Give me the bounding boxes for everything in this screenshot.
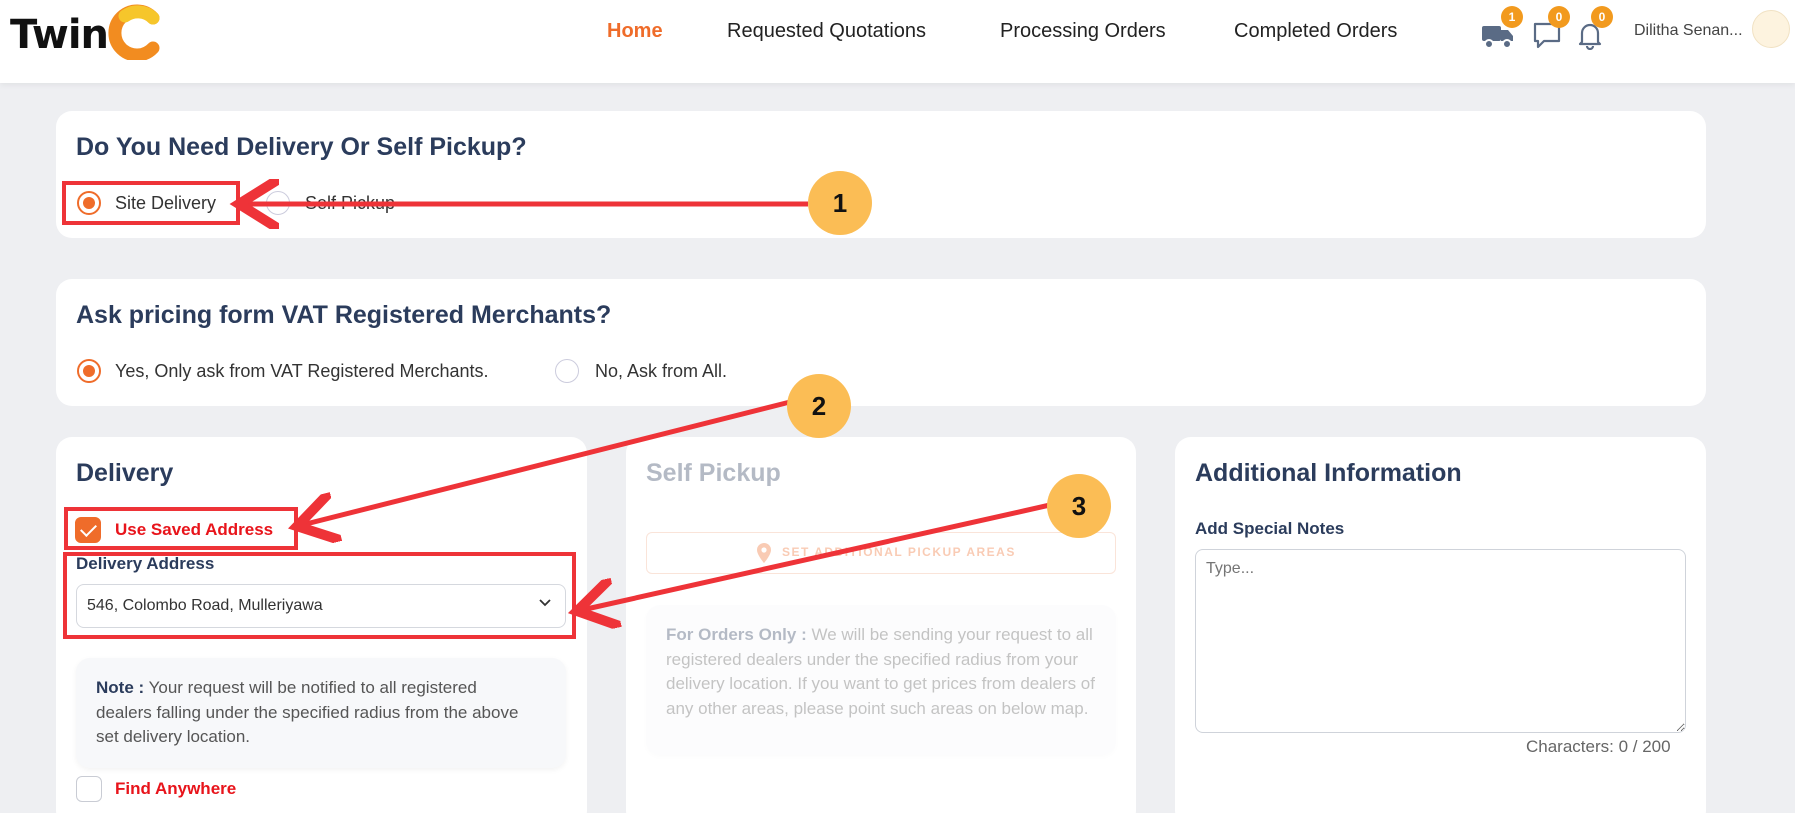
set-pickup-areas-button[interactable]: SET ADDITIONAL PICKUP AREAS xyxy=(646,532,1116,574)
vat-title: Ask pricing form VAT Registered Merchant… xyxy=(76,301,612,329)
nav-completed-orders[interactable]: Completed Orders xyxy=(1234,20,1397,43)
delivery-note: Note : Your request will be notified to … xyxy=(96,676,536,750)
delivery-mode-title: Do You Need Delivery Or Self Pickup? xyxy=(76,133,527,161)
annotation-box-use-saved-address xyxy=(64,507,298,550)
char-count: Characters: 0 / 200 xyxy=(1526,737,1671,756)
delivery-note-box: Note : Your request will be notified to … xyxy=(76,658,566,768)
special-notes-label: Add Special Notes xyxy=(1195,519,1345,538)
self-pickup-radio[interactable] xyxy=(266,191,290,215)
annotation-marker-2: 2 xyxy=(787,374,851,438)
vat-only-radio[interactable] xyxy=(77,359,101,383)
annotation-box-site-delivery xyxy=(62,181,240,225)
delivery-title: Delivery xyxy=(76,459,174,487)
notifications-badge: 0 xyxy=(1591,6,1613,28)
ask-all-label[interactable]: No, Ask from All. xyxy=(595,361,727,382)
additional-info-card: Additional Information Add Special Notes… xyxy=(1175,437,1706,813)
nav-processing-orders[interactable]: Processing Orders xyxy=(1000,20,1166,43)
find-anywhere-checkbox[interactable] xyxy=(76,776,102,802)
self-pickup-note-bold: For Orders Only : xyxy=(666,625,807,644)
messages-button[interactable]: 0 xyxy=(1532,6,1570,50)
nav-requested-quotations[interactable]: Requested Quotations xyxy=(727,20,926,43)
find-anywhere-label[interactable]: Find Anywhere xyxy=(115,779,236,799)
ask-all-radio[interactable] xyxy=(555,359,579,383)
special-notes-textarea[interactable] xyxy=(1195,549,1686,733)
self-pickup-title: Self Pickup xyxy=(646,459,781,487)
delivery-truck-button[interactable]: 1 xyxy=(1481,6,1523,50)
messages-badge: 0 xyxy=(1548,6,1570,28)
vat-only-label[interactable]: Yes, Only ask from VAT Registered Mercha… xyxy=(115,361,488,382)
delivery-mode-card: Do You Need Delivery Or Self Pickup? Sit… xyxy=(56,111,1706,238)
logo-c-icon xyxy=(108,4,160,60)
self-pickup-note: For Orders Only : We will be sending you… xyxy=(666,623,1096,721)
twinc-logo[interactable]: Twin xyxy=(10,4,160,64)
self-pickup-note-box: For Orders Only : We will be sending you… xyxy=(646,605,1116,755)
top-header: Twin Home Requested Quotations Processin… xyxy=(0,0,1795,83)
annotation-marker-1: 1 xyxy=(808,171,872,235)
map-pin-icon xyxy=(757,543,771,563)
annotation-marker-3: 3 xyxy=(1047,474,1111,538)
additional-info-title: Additional Information xyxy=(1195,459,1462,487)
notifications-button[interactable]: 0 xyxy=(1575,6,1613,51)
self-pickup-label[interactable]: Self Pickup xyxy=(305,193,395,214)
delivery-badge: 1 xyxy=(1501,6,1523,28)
annotation-box-delivery-address xyxy=(63,552,576,639)
set-pickup-areas-label: SET ADDITIONAL PICKUP AREAS xyxy=(782,545,1016,559)
delivery-note-bold: Note : xyxy=(96,678,145,697)
vat-card: Ask pricing form VAT Registered Merchant… xyxy=(56,279,1706,406)
delivery-note-text: Your request will be notified to all reg… xyxy=(96,678,519,746)
user-name[interactable]: Dilitha Senan... xyxy=(1634,22,1743,40)
user-avatar[interactable] xyxy=(1752,10,1790,48)
nav-home[interactable]: Home xyxy=(607,20,663,43)
logo-text: Twin xyxy=(10,12,109,58)
